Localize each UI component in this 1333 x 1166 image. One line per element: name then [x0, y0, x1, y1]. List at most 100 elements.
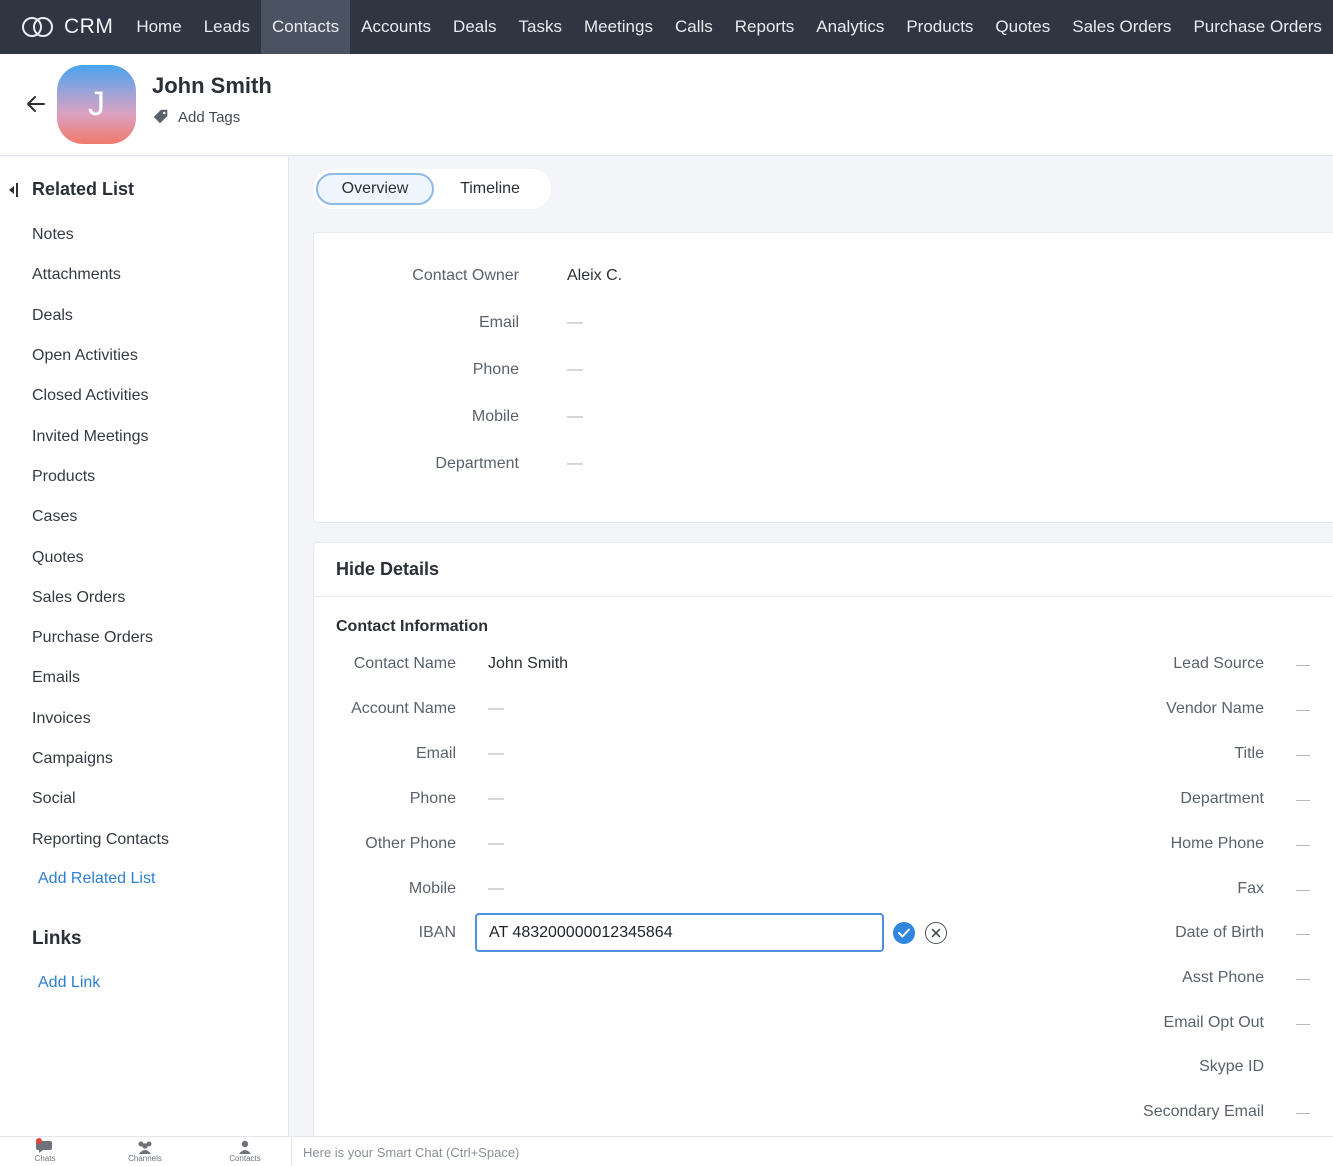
related-item-products[interactable]: Products [32, 457, 169, 497]
contact-name-value[interactable]: John Smith [488, 655, 568, 673]
detail-field-row: Home Phone — [1014, 831, 1324, 857]
mobile-value[interactable]: — [567, 408, 583, 426]
contact-owner-value[interactable]: Aleix C. [567, 267, 622, 285]
date-of-birth-value[interactable]: — [1296, 925, 1310, 941]
related-item-emails[interactable]: Emails [32, 658, 169, 698]
field-label: Fax [1237, 880, 1264, 897]
nav-accounts[interactable]: Accounts [350, 0, 442, 54]
nav-sales-orders[interactable]: Sales Orders [1061, 0, 1182, 54]
channels-button[interactable]: Channels [115, 1140, 175, 1164]
field-label: Email Opt Out [1163, 1014, 1264, 1031]
field-label: Contact Name [353, 655, 456, 672]
nav-analytics[interactable]: Analytics [805, 0, 895, 54]
iban-input[interactable] [475, 913, 884, 952]
mobile-value[interactable]: — [488, 880, 504, 898]
save-field-button[interactable] [893, 922, 915, 944]
title-value[interactable]: — [1296, 746, 1310, 762]
field-label: Mobile [408, 880, 456, 897]
field-label: Asst Phone [1182, 969, 1264, 986]
home-phone-value[interactable]: — [1296, 836, 1310, 852]
detail-field-row: Contact Name John Smith [314, 651, 974, 677]
field-label: Home Phone [1170, 835, 1264, 852]
account-name-value[interactable]: — [488, 700, 504, 718]
related-item-campaigns[interactable]: Campaigns [32, 739, 169, 779]
field-label: Secondary Email [1143, 1103, 1264, 1120]
contacts-label: Contacts [229, 1154, 261, 1163]
detail-field-row: Fax — [1014, 876, 1324, 902]
nav-contacts[interactable]: Contacts [261, 0, 351, 54]
overview-field-row: Department — [314, 452, 1014, 476]
contacts-button[interactable]: Contacts [215, 1140, 275, 1164]
nav-leads[interactable]: Leads [193, 0, 261, 54]
nav-purchase-orders[interactable]: Purchase Orders [1182, 0, 1333, 54]
email-value[interactable]: — [567, 314, 583, 332]
back-arrow-icon[interactable] [24, 92, 48, 116]
related-list-sidebar: Related List Notes Attachments Deals Ope… [0, 157, 289, 1136]
nav-reports[interactable]: Reports [724, 0, 806, 54]
overview-field-row: Email — [314, 311, 1014, 335]
nav-home[interactable]: Home [125, 0, 192, 54]
person-icon [239, 1140, 251, 1154]
department-value[interactable]: — [1296, 791, 1310, 807]
related-item-open-activities[interactable]: Open Activities [32, 336, 169, 376]
nav-products[interactable]: Products [895, 0, 984, 54]
nav-quotes[interactable]: Quotes [984, 0, 1061, 54]
asst-phone-value[interactable]: — [1296, 970, 1310, 986]
detail-field-row: Account Name — [314, 696, 974, 722]
email-opt-out-value[interactable]: — [1296, 1015, 1310, 1031]
close-icon [931, 928, 941, 938]
lead-source-value[interactable]: — [1296, 656, 1310, 672]
related-item-sales-orders[interactable]: Sales Orders [32, 578, 169, 618]
chats-button[interactable]: Chats [15, 1140, 75, 1164]
fax-value[interactable]: — [1296, 881, 1310, 897]
vendor-name-value[interactable]: — [1296, 701, 1310, 717]
smart-chat-input[interactable]: Here is your Smart Chat (Ctrl+Space) [291, 1137, 1333, 1166]
overview-field-row: Phone — [314, 358, 1014, 382]
add-tags-button[interactable]: Add Tags [152, 108, 240, 126]
related-item-reporting-contacts[interactable]: Reporting Contacts [32, 819, 169, 859]
field-label: Department [435, 455, 519, 472]
other-phone-value[interactable]: — [488, 835, 504, 853]
related-item-deals[interactable]: Deals [32, 296, 169, 336]
detail-field-row: Asst Phone — [1014, 965, 1324, 991]
chats-label: Chats [34, 1154, 56, 1163]
field-label: Email [415, 745, 456, 762]
detail-field-row: Email Opt Out — [1014, 1010, 1324, 1036]
avatar[interactable]: J [57, 65, 136, 144]
tab-timeline[interactable]: Timeline [434, 173, 546, 205]
tab-overview[interactable]: Overview [316, 173, 434, 205]
related-item-purchase-orders[interactable]: Purchase Orders [32, 618, 169, 658]
related-item-invited-meetings[interactable]: Invited Meetings [32, 416, 169, 456]
nav-tasks[interactable]: Tasks [508, 0, 573, 54]
field-label: Phone [409, 790, 456, 807]
add-link-link[interactable]: Add Link [38, 974, 100, 992]
nav-deals[interactable]: Deals [442, 0, 507, 54]
brand[interactable]: CRM [0, 0, 125, 54]
related-item-closed-activities[interactable]: Closed Activities [32, 376, 169, 416]
add-related-list-link[interactable]: Add Related List [38, 870, 155, 888]
related-item-invoices[interactable]: Invoices [32, 699, 169, 739]
collapse-sidebar-icon[interactable] [8, 182, 20, 198]
nav-calls[interactable]: Calls [664, 0, 724, 54]
related-item-quotes[interactable]: Quotes [32, 537, 169, 577]
section-title: Contact Information [336, 618, 488, 635]
detail-field-row: Department — [1014, 786, 1324, 812]
detail-field-row: Mobile — [314, 876, 974, 902]
phone-value[interactable]: — [488, 790, 504, 808]
phone-value[interactable]: — [567, 361, 583, 379]
secondary-email-value[interactable]: — [1296, 1104, 1310, 1120]
field-label: Contact Owner [412, 267, 519, 284]
email-value[interactable]: — [488, 745, 504, 763]
related-item-cases[interactable]: Cases [32, 497, 169, 537]
hide-details-toggle[interactable]: Hide Details [336, 559, 439, 580]
cancel-field-button[interactable] [925, 922, 947, 944]
detail-field-row: Vendor Name — [1014, 696, 1324, 722]
nav-meetings[interactable]: Meetings [573, 0, 664, 54]
page-title: John Smith [152, 73, 272, 98]
overview-field-row: Mobile — [314, 405, 1014, 429]
related-item-attachments[interactable]: Attachments [32, 255, 169, 295]
related-item-notes[interactable]: Notes [32, 215, 169, 255]
department-value[interactable]: — [567, 455, 583, 473]
related-list: Notes Attachments Deals Open Activities … [32, 215, 169, 860]
related-item-social[interactable]: Social [32, 779, 169, 819]
